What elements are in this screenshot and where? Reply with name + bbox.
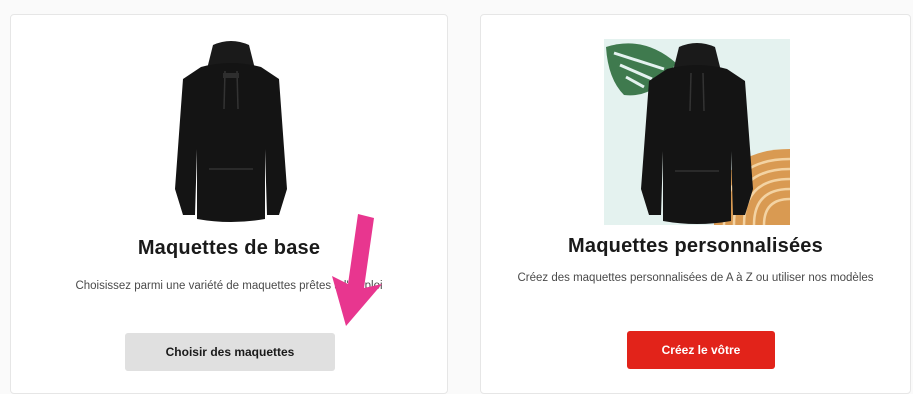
hoodie-lifestyle-image — [604, 39, 790, 225]
custom-mockups-card: Maquettes personnalisées Créez des maque… — [480, 14, 911, 394]
card-title: Maquettes personnalisées — [568, 235, 823, 257]
basic-mockups-card: Maquettes de base Choisissez parmi une v… — [10, 14, 448, 394]
choose-mockups-button[interactable]: Choisir des maquettes — [125, 333, 335, 371]
create-your-own-button[interactable]: Créez le vôtre — [627, 331, 775, 369]
arrow-down-icon — [332, 214, 382, 326]
card-description: Créez des maquettes personnalisées de A … — [517, 272, 874, 284]
black-hoodie-image — [175, 41, 287, 222]
